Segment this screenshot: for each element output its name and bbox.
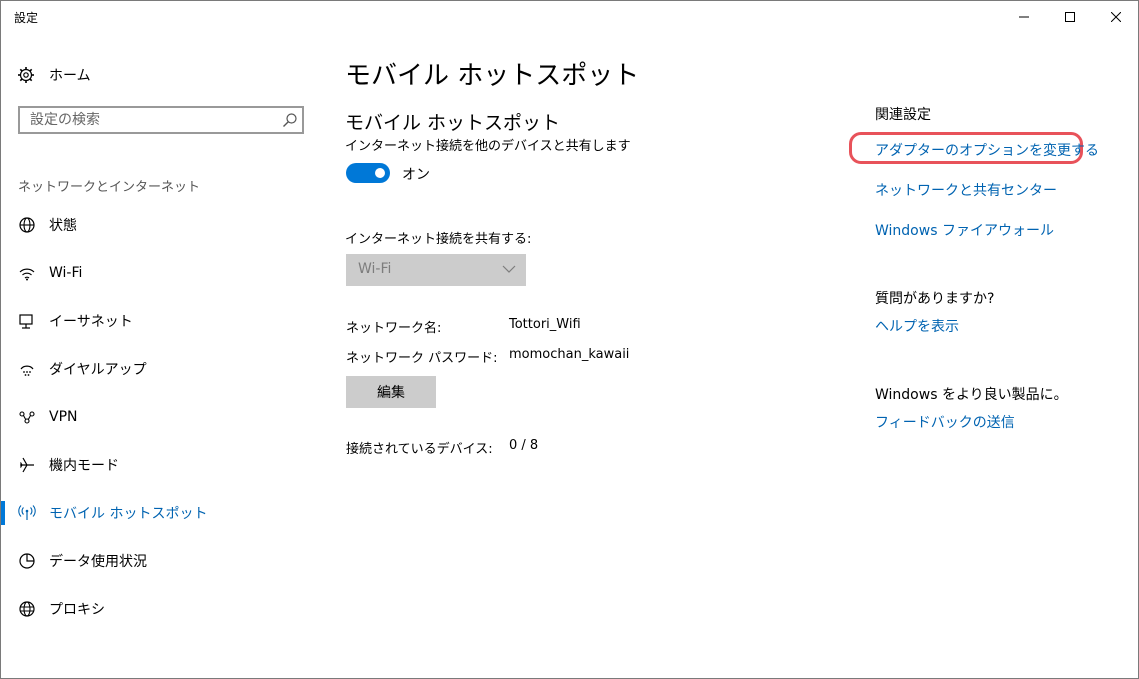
connected-devices-value: 0 / 8	[509, 438, 539, 453]
settings-window: 設定 ホーム 設定の検索 ネットワークとインターネット 状態 Wi-Fi イーサ…	[0, 0, 1139, 679]
network-name-value: Tottori_Wifi	[509, 317, 581, 332]
sidebar-item-data-usage[interactable]: データ使用状況	[1, 541, 321, 581]
sidebar: ホーム ネットワークとインターネット 状態 Wi-Fi	[1, 33, 321, 678]
window-title: 設定	[14, 11, 39, 25]
wifi-icon	[18, 264, 36, 282]
feedback-link[interactable]: フィードバックの送信	[875, 412, 1015, 432]
share-connection-value: Wi-Fi	[358, 261, 392, 277]
proxy-globe-icon	[18, 600, 36, 618]
chevron-down-icon	[502, 265, 516, 273]
sidebar-item-label: 機内モード	[49, 458, 119, 474]
feedback-heading: Windows をより良い製品に。	[875, 387, 1068, 403]
page-title: モバイル ホットスポット	[345, 61, 640, 91]
hotspot-icon	[18, 504, 36, 522]
globe-status-icon	[18, 216, 36, 234]
network-sharing-center-link[interactable]: ネットワークと共有センター	[875, 180, 1057, 200]
edit-button[interactable]: 編集	[346, 376, 436, 408]
related-settings-heading: 関連設定	[875, 107, 931, 123]
sidebar-item-mobile-hotspot[interactable]: モバイル ホットスポット	[1, 493, 321, 533]
toggle-state-label: オン	[402, 167, 430, 183]
sidebar-item-label: イーサネット	[49, 314, 133, 330]
question-heading: 質問がありますか?	[875, 291, 995, 307]
airplane-icon	[18, 456, 36, 474]
close-button[interactable]	[1093, 1, 1138, 33]
toggle-knob	[375, 168, 385, 178]
ethernet-icon	[18, 312, 36, 330]
sidebar-item-status[interactable]: 状態	[1, 205, 321, 245]
sidebar-item-label: 状態	[49, 218, 77, 234]
title-bar: 設定	[1, 1, 1138, 33]
sidebar-item-label: VPN	[49, 409, 78, 425]
sidebar-item-label: プロキシ	[49, 602, 105, 618]
network-name-label: ネットワーク名:	[346, 321, 442, 336]
section-title: モバイル ホットスポット	[345, 112, 561, 134]
network-password-value: momochan_kawaii	[509, 347, 630, 362]
search-input[interactable]	[20, 108, 280, 132]
dialup-icon	[18, 360, 36, 378]
sidebar-item-label: モバイル ホットスポット	[49, 506, 208, 522]
maximize-button[interactable]	[1047, 1, 1093, 33]
sidebar-item-airplane[interactable]: 機内モード	[1, 445, 321, 485]
share-connection-select[interactable]: Wi-Fi	[346, 254, 526, 286]
sidebar-item-label: ダイヤルアップ	[49, 362, 147, 378]
sidebar-home-label: ホーム	[49, 68, 91, 84]
sidebar-home[interactable]: ホーム	[17, 63, 91, 87]
search-icon[interactable]	[282, 112, 298, 128]
gear-icon	[18, 67, 34, 83]
minimize-button[interactable]	[1001, 1, 1047, 33]
sidebar-section-label: ネットワークとインターネット	[18, 180, 201, 195]
sidebar-item-dialup[interactable]: ダイヤルアップ	[1, 349, 321, 389]
active-indicator	[1, 501, 5, 525]
sidebar-item-vpn[interactable]: VPN	[1, 397, 321, 437]
close-icon	[1111, 12, 1121, 22]
share-connection-label: インターネット接続を共有する:	[345, 232, 532, 247]
help-link[interactable]: ヘルプを表示	[875, 316, 959, 336]
vpn-icon	[18, 408, 36, 426]
network-password-label: ネットワーク パスワード:	[346, 351, 498, 366]
hotspot-toggle[interactable]	[346, 163, 390, 183]
sidebar-item-wifi[interactable]: Wi-Fi	[1, 253, 321, 293]
maximize-icon	[1065, 12, 1075, 22]
sidebar-item-label: データ使用状況	[49, 554, 147, 570]
minimize-icon	[1019, 16, 1029, 18]
sidebar-item-proxy[interactable]: プロキシ	[1, 589, 321, 629]
adapter-options-link[interactable]: アダプターのオプションを変更する	[875, 140, 1099, 160]
search-box	[18, 106, 304, 134]
sidebar-item-ethernet[interactable]: イーサネット	[1, 301, 321, 341]
connected-devices-label: 接続されているデバイス:	[346, 442, 493, 457]
sidebar-item-label: Wi-Fi	[49, 265, 83, 281]
data-usage-icon	[18, 552, 36, 570]
windows-firewall-link[interactable]: Windows ファイアウォール	[875, 220, 1054, 240]
section-description: インターネット接続を他のデバイスと共有します	[345, 139, 631, 154]
